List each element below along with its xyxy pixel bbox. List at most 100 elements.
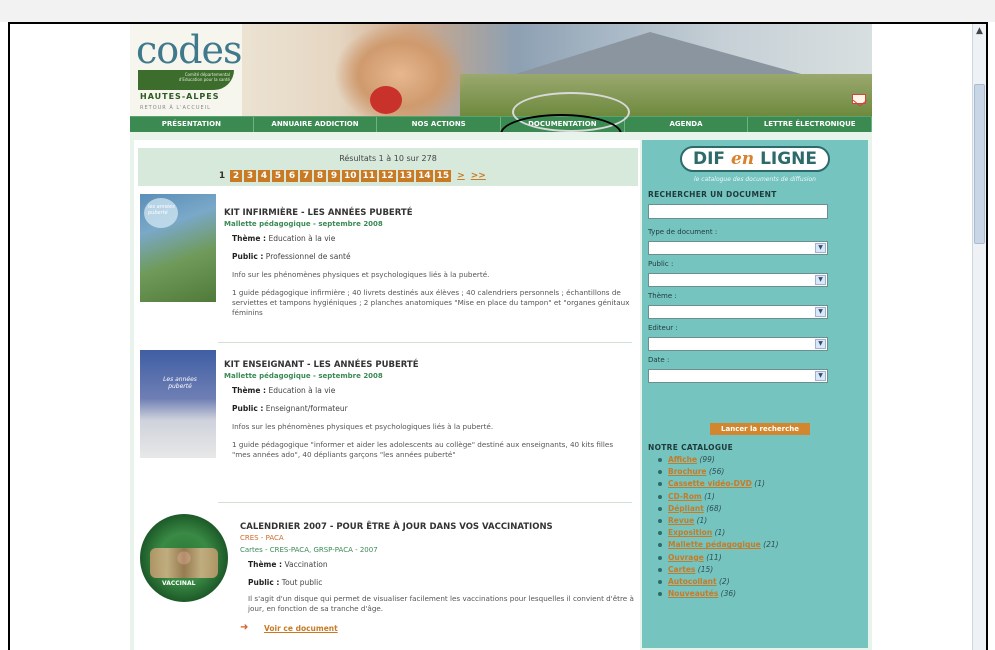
bullet-icon	[658, 494, 662, 499]
public-value: Enseignant/formateur	[265, 404, 348, 413]
catalog-item: Revue (1)	[658, 515, 779, 527]
result-contents: 1 guide pédagogique infirmière ; 40 livr…	[232, 288, 630, 317]
dif-en-ligne-logo[interactable]: DIF en LIGNE	[680, 146, 830, 172]
result-title[interactable]: CALENDRIER 2007 - POUR ÊTRE À JOUR DANS …	[240, 522, 553, 532]
logo-swoosh: Comité départemental d'Education pour la…	[138, 70, 234, 90]
catalog-count: (2)	[719, 577, 730, 587]
chevron-down-icon[interactable]: ▼	[815, 243, 826, 253]
select-theme[interactable]: ▼	[648, 305, 828, 319]
catalog-count: (1)	[714, 528, 726, 538]
page-link[interactable]: 7	[300, 170, 312, 182]
result-thumbnail[interactable]: VACCINAL	[140, 512, 228, 620]
select-editor[interactable]: ▼	[648, 337, 828, 351]
label-date: Date :	[648, 356, 670, 364]
chevron-down-icon[interactable]: ▼	[815, 307, 826, 317]
page-link[interactable]: 10	[342, 170, 359, 182]
scrollbar-thumb[interactable]	[974, 84, 985, 244]
public-label: Public :	[232, 404, 264, 413]
result-item: les années puberté KIT INFIRMIÈRE - LES …	[140, 194, 634, 344]
page-link[interactable]: 6	[286, 170, 298, 182]
catalog-link[interactable]: CD-Rom	[668, 492, 702, 501]
catalog-link[interactable]: Autocollant	[668, 577, 717, 586]
nav-agenda[interactable]: AGENDA	[625, 117, 749, 132]
public-value: Tout public	[281, 578, 323, 587]
chevron-down-icon[interactable]: ▼	[815, 275, 826, 285]
result-summary: Infos sur les phénomènes physiques et ps…	[232, 422, 494, 431]
page-link[interactable]: 3	[244, 170, 256, 182]
page-link[interactable]: 4	[258, 170, 270, 182]
search-input[interactable]	[648, 204, 828, 219]
select-type[interactable]: ▼	[648, 241, 828, 255]
page-link[interactable]: 13	[397, 170, 415, 182]
mail-icon[interactable]	[852, 94, 868, 107]
results-header: Résultats 1 à 10 sur 278 1 2 3 4 5 6 7 8…	[138, 148, 638, 186]
public-label: Public :	[248, 578, 280, 587]
page-link[interactable]: 5	[272, 170, 284, 182]
catalog-link[interactable]: Ouvrage	[668, 553, 704, 562]
select-public[interactable]: ▼	[648, 273, 828, 287]
catalog-link[interactable]: Cartes	[668, 565, 695, 574]
chevron-down-icon[interactable]: ▼	[815, 339, 826, 349]
catalog-item: Dépliant (68)	[658, 503, 779, 515]
view-document-link[interactable]: Voir ce document	[264, 624, 338, 633]
label-theme: Thème :	[648, 292, 677, 300]
catalog-link[interactable]: Cassette vidéo-DVD	[668, 479, 752, 488]
catalog-link[interactable]: Dépliant	[668, 504, 704, 513]
site: codes Comité départemental d'Education p…	[130, 24, 873, 650]
catalog-item: Brochure (56)	[658, 466, 779, 478]
pagination: 1 2 3 4 5 6 7 8 9 10 11 12 13 14 15 > >>	[216, 170, 486, 182]
catalog-link[interactable]: Mallette pédagogique	[668, 540, 761, 549]
result-subtitle-1: CRES - PACA	[240, 534, 284, 542]
scroll-up-icon[interactable]: ▲	[973, 24, 986, 38]
catalog-list: Affiche (99) Brochure (56) Cassette vidé…	[658, 454, 779, 600]
next-page-link[interactable]: >	[457, 171, 465, 181]
page-link[interactable]: 15	[434, 170, 452, 182]
theme-label: Thème :	[232, 386, 267, 395]
page-link[interactable]: 2	[230, 170, 242, 182]
bullet-icon	[658, 458, 662, 462]
outer-toolbar	[0, 0, 995, 22]
result-title[interactable]: KIT INFIRMIÈRE - LES ANNÉES PUBERTÉ	[224, 208, 413, 218]
page-link[interactable]: 11	[360, 170, 378, 182]
page-link[interactable]: 9	[328, 170, 340, 182]
catalog-link[interactable]: Nouveautés	[668, 589, 718, 598]
chevron-down-icon[interactable]: ▼	[815, 371, 826, 381]
result-summary: Info sur les phénomènes physiques et psy…	[232, 270, 490, 279]
result-subtitle: Mallette pédagogique - septembre 2008	[224, 220, 383, 228]
result-summary: Il s'agit d'un disque qui permet de visu…	[248, 594, 634, 613]
theme-value: Vaccination	[284, 560, 328, 569]
page-link[interactable]: 14	[416, 170, 433, 182]
view-document-icon[interactable]: ➜	[240, 622, 248, 633]
page-link[interactable]: 12	[379, 170, 396, 182]
nav-lettre-electronique[interactable]: LETTRE ÉLECTRONIQUE	[748, 117, 873, 132]
result-title[interactable]: KIT ENSEIGNANT - LES ANNÉES PUBERTÉ	[224, 360, 419, 370]
vaccination-disc: VACCINAL	[140, 514, 228, 602]
result-contents: 1 guide pédagogique "informer et aider l…	[232, 440, 614, 459]
result-thumbnail[interactable]: les années puberté	[140, 194, 216, 302]
catalog-count: (1)	[696, 516, 708, 526]
select-date[interactable]: ▼	[648, 369, 828, 383]
result-thumbnail[interactable]: Les années puberté	[140, 350, 216, 458]
vertical-scrollbar[interactable]: ▲	[972, 24, 986, 650]
catalog-link[interactable]: Revue	[668, 516, 694, 525]
header-banner: codes Comité départemental d'Education p…	[130, 24, 872, 116]
nav-nos-actions[interactable]: NOS ACTIONS	[377, 117, 502, 132]
search-button[interactable]: Lancer la recherche	[710, 423, 810, 435]
page-link[interactable]: 8	[314, 170, 326, 182]
back-home-link[interactable]: RETOUR À L'ACCUEIL	[140, 105, 211, 111]
next-block-link[interactable]: >>	[471, 171, 486, 181]
codes-logo[interactable]: codes Comité départemental d'Education p…	[130, 24, 242, 116]
bullet-icon	[658, 531, 662, 536]
result-theme: Thème : Education à la vie	[232, 234, 335, 243]
results-summary: Résultats 1 à 10 sur 278	[339, 154, 437, 163]
theme-value: Education à la vie	[268, 386, 336, 395]
catalog-link[interactable]: Affiche	[668, 455, 697, 464]
catalog-title: NOTRE CATALOGUE	[648, 443, 734, 452]
catalog-link[interactable]: Exposition	[668, 528, 712, 537]
catalog-link[interactable]: Brochure	[668, 467, 706, 476]
catalog-count: (15)	[697, 564, 714, 574]
result-public: Public : Enseignant/formateur	[232, 404, 348, 413]
result-item: VACCINAL CALENDRIER 2007 - POUR ÊTRE À J…	[140, 512, 634, 650]
nav-annuaire-addiction[interactable]: ANNUAIRE ADDICTION	[254, 117, 378, 132]
nav-presentation[interactable]: PRÉSENTATION	[130, 117, 254, 132]
